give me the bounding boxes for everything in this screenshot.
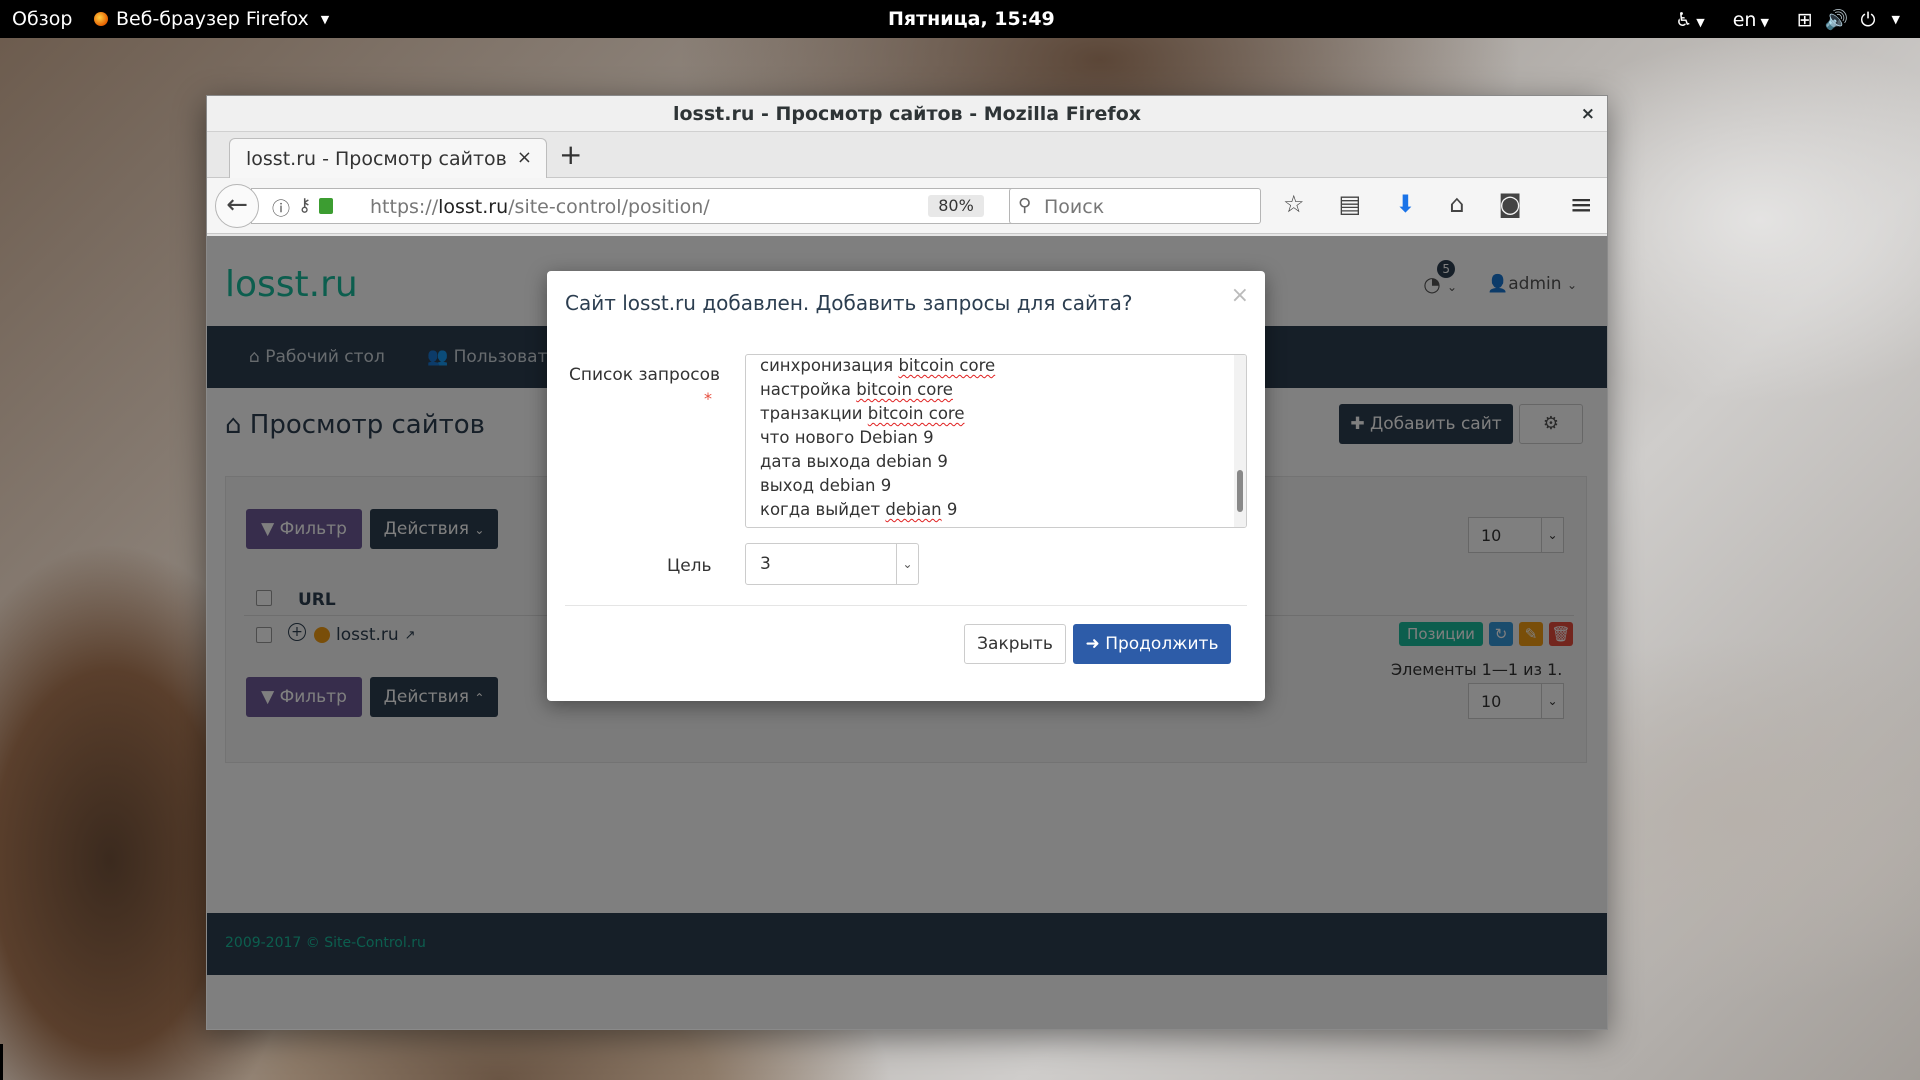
query-text: выход debian 9: [760, 476, 892, 495]
pocket-icon[interactable]: ◙: [1499, 190, 1522, 218]
query-line: транзакции bitcoin core: [760, 402, 995, 426]
toolbar-buttons: ☆ ▤ ⬇ ⌂ ◙: [1283, 190, 1522, 218]
modal-title: Сайт losst.ru добавлен. Добавить запросы…: [565, 291, 1133, 315]
goal-value: 3: [760, 554, 771, 574]
query-line: настройка bitcoin core: [760, 378, 995, 402]
spellcheck-word: bitcoin core: [856, 380, 953, 399]
chevron-down-icon: ▼: [1696, 15, 1705, 29]
chevron-down-icon: ▼: [1891, 13, 1900, 26]
required-mark: *: [704, 389, 712, 408]
query-line: когда выйдет debian 9: [760, 498, 995, 522]
search-icon: ⚲: [1018, 195, 1032, 216]
query-line: дата выхода debian 9: [760, 450, 995, 474]
tab-close-button[interactable]: ×: [517, 147, 532, 168]
clock[interactable]: Пятница, 15:49: [888, 8, 1055, 30]
window-title: losst.ru - Просмотр сайтов - Mozilla Fir…: [672, 103, 1142, 125]
continue-label: Продолжить: [1105, 634, 1219, 654]
navigation-toolbar: ⓘ ⚷ https://losst.ru/site-control/positi…: [207, 178, 1607, 234]
app-menu[interactable]: Веб-браузер Firefox ▼: [94, 8, 329, 30]
downloads-icon[interactable]: ⬇: [1395, 190, 1415, 218]
query-text: дата выхода debian 9: [760, 452, 948, 471]
url-path: /site-control/position/: [508, 196, 710, 218]
search-placeholder: Поиск: [1044, 196, 1105, 218]
identity-box[interactable]: ⓘ ⚷: [272, 195, 334, 221]
query-text: настройка: [760, 380, 857, 399]
app-menu-label: Веб-браузер Firefox: [116, 8, 309, 30]
tab-losst[interactable]: losst.ru - Просмотр сайтов ×: [229, 138, 547, 178]
search-input[interactable]: ⚲ Поиск: [1009, 188, 1261, 224]
modal-footer-divider: [565, 605, 1247, 606]
zoom-indicator[interactable]: 80%: [928, 195, 984, 217]
accessibility-icon: ♿: [1675, 8, 1693, 31]
power-icon: ⏻: [1860, 8, 1876, 31]
queries-text: синхронизация bitcoin core настройка bitc…: [760, 355, 996, 522]
goal-label: Цель: [667, 556, 712, 576]
scrollbar-thumb[interactable]: [1237, 470, 1243, 512]
continue-button[interactable]: ➜ Продолжить: [1073, 624, 1231, 664]
keyboard-layout-label: en: [1732, 8, 1757, 31]
bookmark-star-icon[interactable]: ☆: [1283, 190, 1305, 218]
query-text: транзакции: [760, 404, 868, 423]
lock-icon: [319, 198, 334, 214]
query-line: выход debian 9: [760, 474, 995, 498]
queries-textarea[interactable]: синхронизация bitcoin core настройка bitc…: [745, 354, 1247, 528]
info-icon: ⓘ: [272, 199, 290, 220]
query-text: синхронизация: [760, 356, 899, 375]
query-text: 9: [941, 500, 958, 519]
keyboard-layout-menu[interactable]: en ▼: [1733, 9, 1769, 31]
firefox-icon: [94, 12, 108, 26]
desktop-edge-mark: [0, 1044, 3, 1080]
queries-label: Список запросов: [569, 365, 720, 385]
new-tab-button[interactable]: +: [559, 138, 582, 171]
spellcheck-word: bitcoin core: [867, 404, 965, 423]
web-page: losst.ru ◔5 ⌄ 👤admin ⌄ ⌂ Рабочий стол 👥 …: [207, 236, 1607, 1029]
firefox-window: losst.ru - Просмотр сайтов - Mozilla Fir…: [206, 95, 1608, 1030]
arrow-left-icon: ←: [226, 190, 248, 220]
system-status-area: ♿ ▼ en ▼ ⊞ 🔊 ⏻ ▼: [1675, 8, 1900, 32]
tab-strip: losst.ru - Просмотр сайтов × +: [207, 132, 1607, 178]
network-icon: ⊞: [1796, 8, 1813, 31]
key-icon: ⚷: [298, 195, 312, 216]
url-scheme: https://: [370, 196, 439, 218]
close-button[interactable]: Закрыть: [964, 624, 1066, 664]
goal-select[interactable]: 3 ⌄: [745, 543, 919, 585]
activities-button[interactable]: Обзор: [12, 8, 72, 30]
url-host: losst.ru: [438, 196, 509, 218]
gnome-top-bar: Обзор Веб-браузер Firefox ▼ Пятница, 15:…: [0, 0, 1920, 38]
window-titlebar[interactable]: losst.ru - Просмотр сайтов - Mozilla Fir…: [207, 96, 1607, 132]
url-text[interactable]: https://losst.ru/site-control/position/: [370, 196, 710, 218]
textarea-scrollbar[interactable]: [1234, 355, 1246, 527]
query-text: когда выйдет: [760, 500, 886, 519]
volume-icon: 🔊: [1824, 9, 1849, 31]
query-text: что нового Debian 9: [760, 428, 934, 447]
window-close-button[interactable]: ×: [1581, 96, 1595, 132]
system-menu[interactable]: ⊞ 🔊 ⏻ ▼: [1796, 8, 1900, 32]
reading-list-icon[interactable]: ▤: [1339, 190, 1362, 218]
chevron-down-icon: ▼: [1760, 15, 1769, 29]
spellcheck-word: debian: [885, 500, 942, 519]
tab-label: losst.ru - Просмотр сайтов: [246, 148, 507, 170]
hamburger-menu-icon[interactable]: ≡: [1570, 188, 1593, 221]
query-line: синхронизация bitcoin core: [760, 355, 996, 378]
modal-close-icon[interactable]: ×: [1231, 283, 1249, 308]
add-queries-modal: Сайт losst.ru добавлен. Добавить запросы…: [547, 271, 1265, 701]
spellcheck-word: bitcoin core: [898, 356, 996, 375]
chevron-down-icon: ⌄: [896, 544, 918, 584]
accessibility-menu[interactable]: ♿ ▼: [1675, 9, 1705, 31]
arrow-right-icon: ➜: [1085, 634, 1106, 654]
back-button[interactable]: ←: [215, 184, 259, 228]
query-line: что нового Debian 9: [760, 426, 995, 450]
chevron-down-icon: ▼: [320, 12, 330, 26]
home-icon[interactable]: ⌂: [1449, 190, 1464, 218]
